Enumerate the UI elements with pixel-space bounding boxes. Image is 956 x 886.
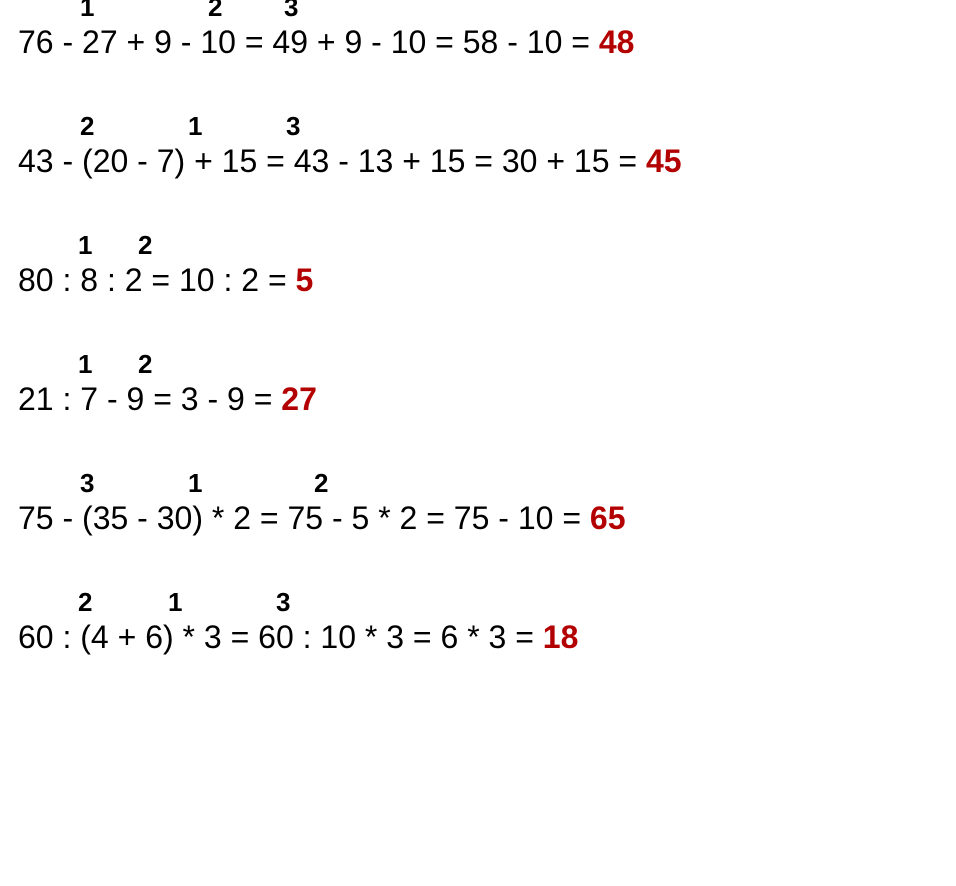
operation-order-label: 1: [188, 468, 202, 499]
operation-order-label: 1: [168, 587, 182, 618]
operation-order-label: 2: [78, 587, 92, 618]
operation-order-label: 1: [188, 111, 202, 142]
operation-order-label: 2: [208, 0, 222, 23]
operation-order-label: 2: [138, 349, 152, 380]
result-value: 45: [646, 143, 682, 179]
operation-order-label: 2: [80, 111, 94, 142]
expression-text: 43 - (20 - 7) + 15 = 43 - 13 + 15 = 30 +…: [18, 143, 646, 179]
expression-text: 21 : 7 - 9 = 3 - 9 =: [18, 381, 281, 417]
problem-row: 1221 : 7 - 9 = 3 - 9 = 27: [18, 381, 938, 418]
operation-order-label: 3: [286, 111, 300, 142]
problem-row: 21343 - (20 - 7) + 15 = 43 - 13 + 15 = 3…: [18, 143, 938, 180]
expression-text: 76 - 27 + 9 - 10 = 49 + 9 - 10 = 58 - 10…: [18, 24, 599, 60]
operation-order-label: 3: [284, 0, 298, 23]
result-value: 5: [296, 262, 314, 298]
expression-text: 60 : (4 + 6) * 3 = 60 : 10 * 3 = 6 * 3 =: [18, 619, 543, 655]
problem-row: 21360 : (4 + 6) * 3 = 60 : 10 * 3 = 6 * …: [18, 619, 938, 656]
worksheet-container: 1 2 3 76 - 27 + 9 - 10 = 49 + 9 - 10 = 58 -…: [18, 24, 938, 656]
result-value: 65: [590, 500, 626, 536]
expression-text: 80 : 8 : 2 = 10 : 2 =: [18, 262, 296, 298]
expression-text: 75 - (35 - 30) * 2 = 75 - 5 * 2 = 75 - 1…: [18, 500, 590, 536]
operation-order-label: 3: [276, 587, 290, 618]
result-value: 48: [599, 24, 635, 60]
operation-order-label: 1: [78, 230, 92, 261]
problem-row: 1280 : 8 : 2 = 10 : 2 = 5: [18, 262, 938, 299]
problem-row: 12376 - 27 + 9 - 10 = 49 + 9 - 10 = 58 -…: [18, 24, 938, 61]
problem-row: 31275 - (35 - 30) * 2 = 75 - 5 * 2 = 75 …: [18, 500, 938, 537]
operation-order-label: 1: [80, 0, 94, 23]
operation-order-label: 2: [314, 468, 328, 499]
result-value: 27: [281, 381, 317, 417]
operation-order-label: 3: [80, 468, 94, 499]
result-value: 18: [543, 619, 579, 655]
operation-order-label: 1: [78, 349, 92, 380]
operation-order-label: 2: [138, 230, 152, 261]
